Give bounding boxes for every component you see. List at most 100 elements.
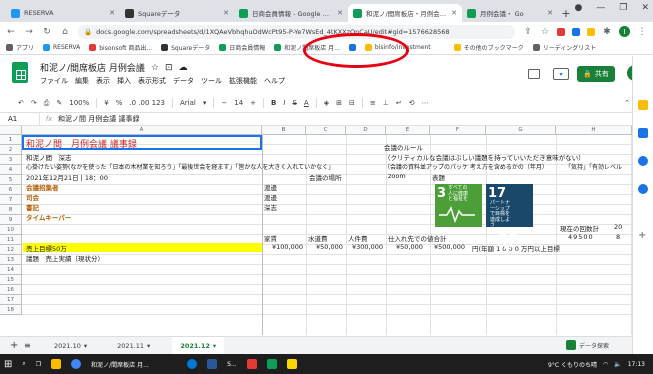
column-header[interactable]: B — [262, 126, 306, 135]
cell-F2[interactable]: （クリティカルな会議はぶしい議題を持っていいただき意味がない） — [384, 152, 585, 162]
add-on-icon[interactable]: + — [638, 230, 646, 241]
browser-tab[interactable]: 月例会議・ Go ✕ — [462, 4, 558, 22]
valign-icon[interactable]: ⊥ — [383, 99, 389, 107]
menu-format[interactable]: 表示形式 — [138, 76, 166, 86]
chevron-down-icon[interactable]: ▾ — [213, 342, 216, 350]
row-header[interactable]: 9 — [0, 215, 22, 225]
cell-I8[interactable]: 20 — [614, 223, 622, 231]
currency-button[interactable]: ¥ — [104, 99, 108, 107]
row-header[interactable]: 2 — [0, 145, 22, 155]
row-header[interactable]: 14 — [0, 265, 22, 275]
row-header[interactable]: 15 — [0, 275, 22, 285]
cell-H8[interactable]: 現在の回数計 — [560, 223, 599, 233]
row-header[interactable]: 17 — [0, 295, 22, 305]
text-color-button[interactable]: A — [304, 99, 309, 107]
font-size-field[interactable]: 14 — [234, 99, 243, 107]
address-bar[interactable]: 🔒 docs.google.com/spreadsheets/d/1XQAeVb… — [78, 24, 515, 39]
menu-icon[interactable]: ⋮ — [637, 27, 647, 37]
puzzle-icon[interactable]: ✱ — [602, 27, 612, 37]
sdg-17-image[interactable]: 17パートナーシップで目標を達成しよう — [486, 184, 533, 250]
share-button[interactable]: 🔒 共有 — [577, 66, 615, 82]
sheets-logo-icon[interactable] — [12, 62, 28, 83]
font-size-decrease-icon[interactable]: − — [221, 99, 227, 107]
cell-B6[interactable]: 渡邊 — [264, 192, 277, 202]
rotate-icon[interactable]: ⟲ — [409, 99, 415, 107]
cell-D4[interactable]: 会議の場所 — [309, 172, 342, 182]
sheet-tab-active[interactable]: 2021.12 ▾ — [172, 336, 225, 355]
all-sheets-icon[interactable]: ≡ — [24, 341, 31, 350]
cell-F10[interactable]: ¥500,000 — [434, 243, 465, 251]
explore-button[interactable]: データ探索 — [566, 339, 622, 351]
paint-format-icon[interactable]: ✎ — [56, 99, 62, 107]
row-header[interactable]: 16 — [0, 285, 22, 295]
row-header[interactable]: 1 — [0, 135, 22, 145]
cell-E4[interactable]: zoom — [388, 172, 406, 180]
back-icon[interactable]: ← — [6, 27, 16, 37]
chevron-down-icon[interactable]: ▾ — [203, 99, 207, 107]
move-icon[interactable]: ⊡ — [165, 63, 173, 73]
column-header[interactable]: D — [346, 126, 386, 135]
cell-A11[interactable]: 議題 売上実績（現状分） — [26, 253, 104, 263]
undo-icon[interactable]: ↶ — [18, 99, 24, 107]
reload-icon[interactable]: ↻ — [42, 27, 52, 37]
row-header[interactable]: 10 — [0, 225, 22, 235]
bookmark-item[interactable]: Squareデータ — [161, 43, 210, 52]
close-icon[interactable]: ✕ — [451, 9, 457, 17]
profile-avatar[interactable]: I — [619, 26, 630, 37]
column-header[interactable]: E — [386, 126, 430, 135]
extension-icon[interactable] — [557, 27, 565, 36]
row-header[interactable]: 4 — [0, 165, 22, 175]
star-icon[interactable]: ☆ — [540, 27, 550, 37]
cell-B9[interactable]: 家賃 — [264, 233, 277, 243]
document-title[interactable]: 和泥ノ/間席板店 月例会議 ☆ ⊡ ☁ — [40, 61, 188, 75]
tasks-icon[interactable] — [638, 128, 648, 138]
row-header[interactable]: 11 — [0, 235, 22, 245]
browser-tab[interactable]: Squareデータ ✕ — [120, 4, 234, 22]
menu-extensions[interactable]: 拡張機能 — [229, 76, 257, 86]
cell-F4[interactable]: 表題 — [432, 172, 445, 182]
bookmark-item[interactable]: その他のブックマーク — [453, 43, 524, 52]
wifi-icon[interactable]: ◠ — [603, 361, 608, 368]
fill-color-icon[interactable]: ◈ — [324, 99, 329, 107]
extension-icon[interactable] — [572, 27, 580, 36]
share-icon[interactable]: ⇪ — [523, 27, 533, 37]
font-size-increase-icon[interactable]: + — [250, 99, 256, 107]
close-icon[interactable]: ✕ — [547, 9, 553, 17]
contacts-icon[interactable] — [638, 156, 648, 166]
bookmark-item[interactable]: リーディングリスト — [532, 43, 596, 52]
row-header[interactable]: 8 — [0, 205, 22, 215]
browser-tab[interactable]: 日商会員情報 - Google スプレッ ✕ — [234, 4, 348, 22]
cell-D10[interactable]: ¥300,000 — [352, 243, 383, 251]
cell-D9[interactable]: 人件費 — [348, 233, 368, 243]
wrap-icon[interactable]: ↵ — [396, 99, 402, 107]
task-view-icon[interactable]: ❐ — [36, 361, 41, 368]
italic-button[interactable]: I — [283, 99, 285, 107]
windows-start-icon[interactable]: ⊞ — [4, 359, 12, 370]
cell-C10[interactable]: ¥50,000 — [316, 243, 343, 251]
strikethrough-button[interactable]: S — [292, 99, 296, 107]
collapse-icon[interactable]: ⌃ — [624, 99, 630, 107]
row-header[interactable]: 3 — [0, 155, 22, 165]
spreadsheet-grid[interactable]: A B C D E F G H 1 2 3 4 5 6 7 8 9 10 11 12 13 14 15 16 1… — [0, 126, 632, 336]
chevron-down-icon[interactable]: ▾ — [84, 342, 87, 350]
merge-icon[interactable]: ⊟ — [349, 99, 355, 107]
more-icon[interactable]: ⋯ — [422, 99, 429, 107]
sheet-tab[interactable]: 2021.11 ▾ — [109, 337, 158, 355]
cell-H9[interactable]: 49500 — [568, 233, 594, 241]
cell-F3[interactable]: （会議の資料並アップのパッケ 考え方を含めるかの（年月） — [384, 162, 548, 171]
decimal-buttons[interactable]: .0 .00 123 — [129, 99, 165, 107]
profile-icon[interactable]: ● — [575, 3, 583, 13]
bookmark-item[interactable]: RESERVA — [43, 44, 80, 51]
sheet-tab[interactable]: 2021.10 ▾ — [46, 337, 95, 355]
chrome-icon[interactable] — [71, 359, 82, 369]
close-window-icon[interactable]: ✕ — [641, 3, 649, 13]
folder-icon[interactable] — [286, 359, 297, 369]
bookmark-item[interactable]: アプリ — [6, 43, 34, 52]
cell-B7[interactable]: 深志 — [264, 202, 277, 212]
row-header[interactable]: 6 — [0, 185, 22, 195]
edge-icon[interactable] — [187, 359, 198, 369]
menu-tools[interactable]: ツール — [201, 76, 222, 86]
star-icon[interactable]: ☆ — [151, 63, 159, 73]
close-icon[interactable]: ✕ — [337, 9, 343, 17]
cell-A8[interactable]: タイムキーパー — [26, 212, 71, 222]
